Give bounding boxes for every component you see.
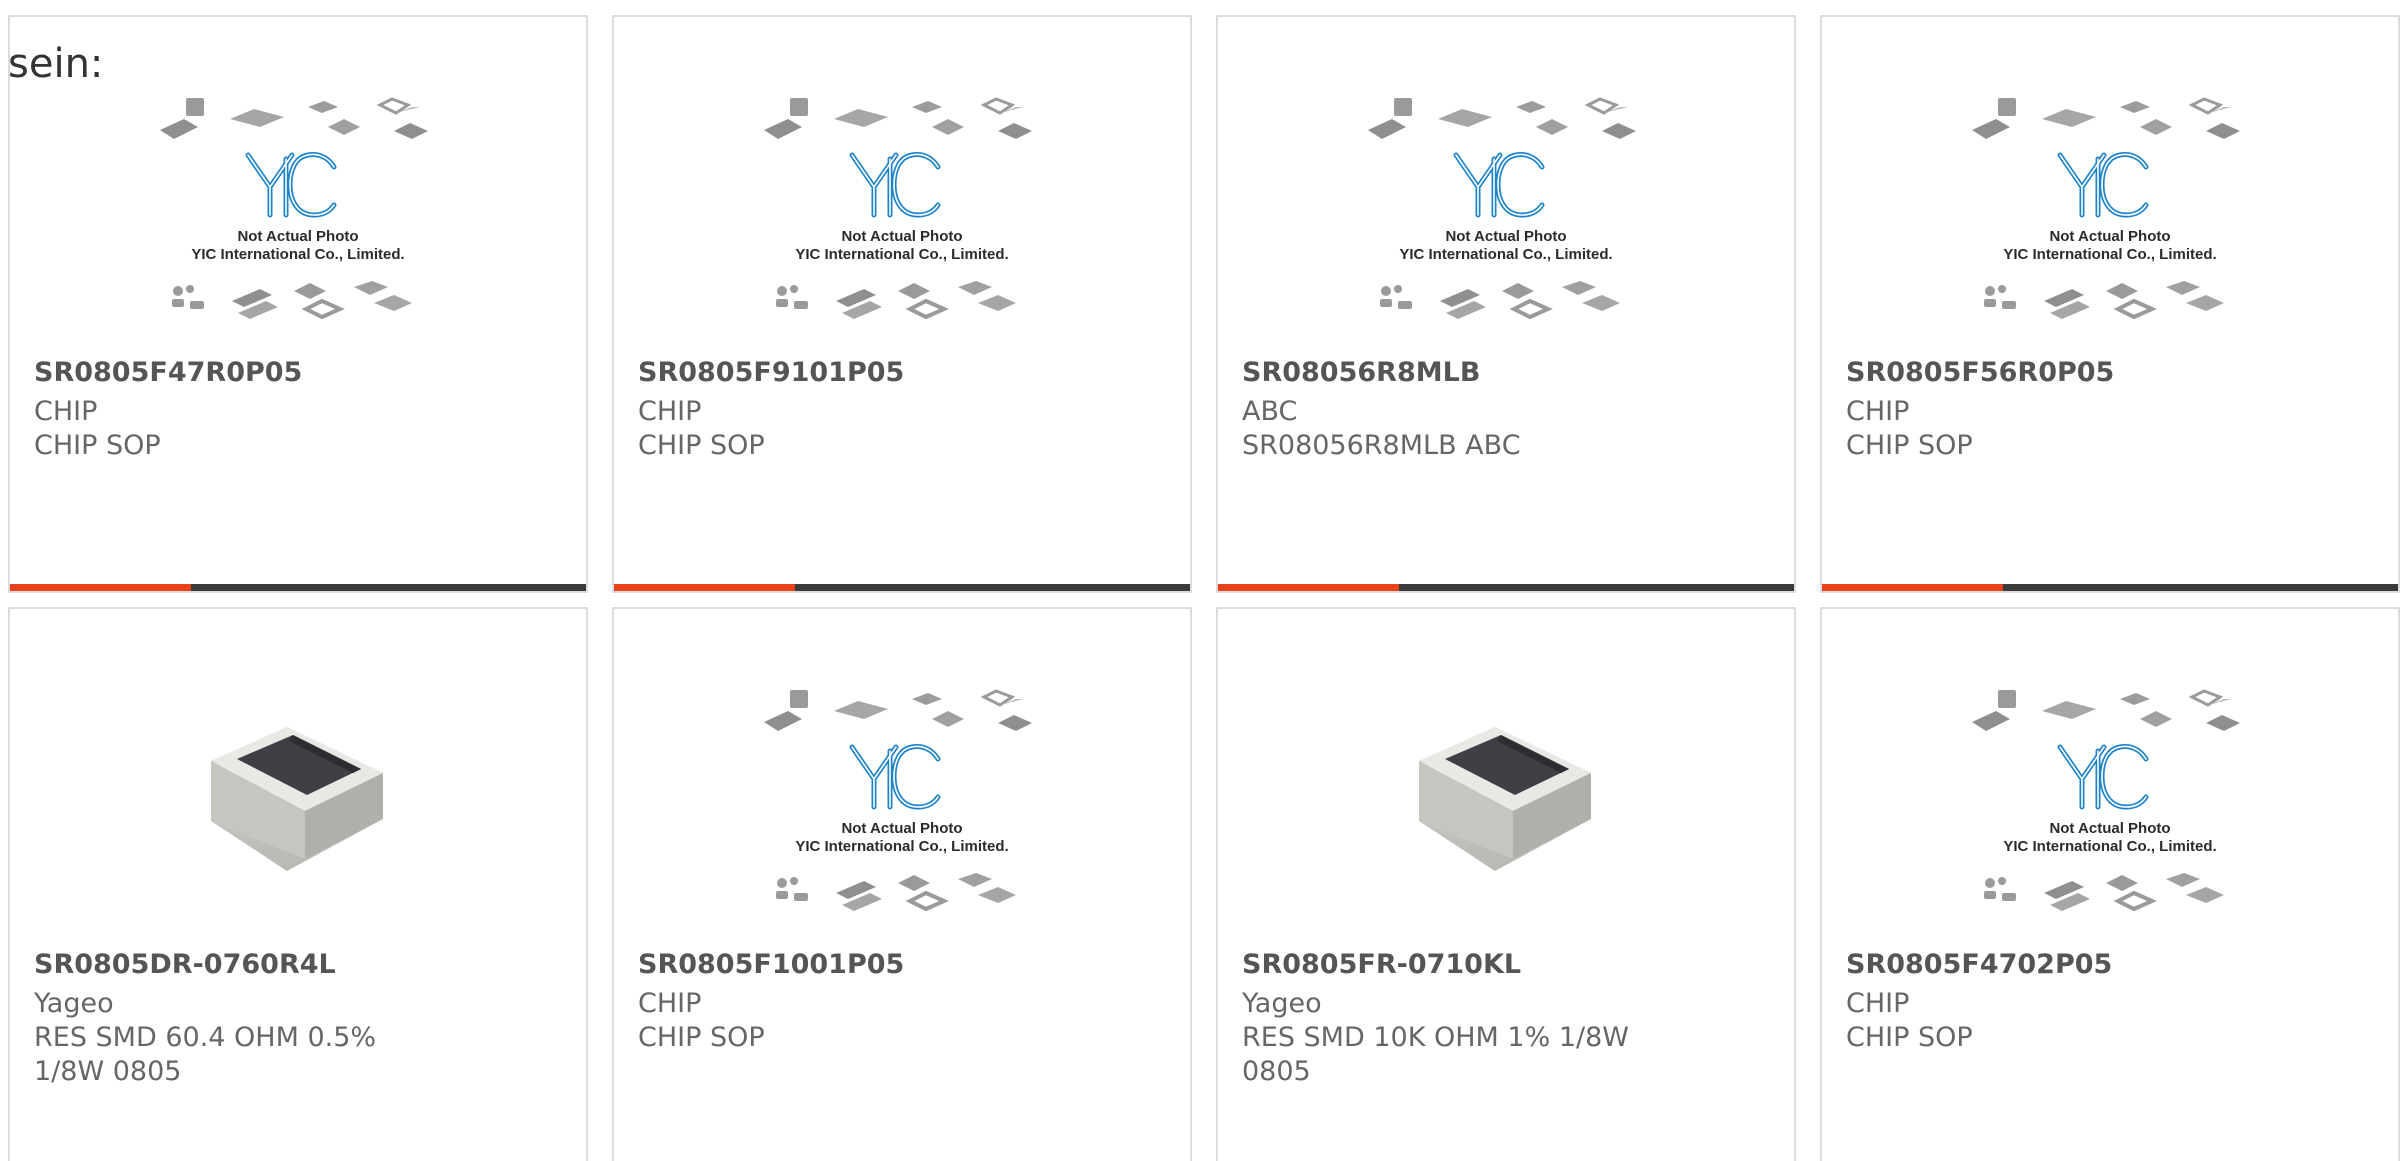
card-accent-bar-highlight (1822, 584, 2004, 591)
product-grid: Not Actual Photo YIC International Co., … (8, 15, 2400, 1161)
product-card[interactable]: Not Actual Photo YIC International Co., … (612, 607, 1192, 1161)
not-actual-photo-label: Not Actual Photo (1445, 228, 1566, 245)
product-description: RES SMD 60.4 OHM 0.5% 1/8W 0805 (34, 1022, 377, 1087)
card-accent-bar-highlight (1218, 584, 1400, 591)
yic-logo-icon: Not Actual Photo YIC International Co., … (1972, 689, 2240, 912)
card-accent-bar-highlight (10, 584, 192, 591)
product-card[interactable]: Not Actual Photo YIC International Co., … (1820, 15, 2400, 593)
part-number-link[interactable]: SR0805F1001P05 (638, 949, 1166, 981)
manufacturer: CHIP (34, 396, 98, 428)
product-info: SR0805F56R0P05 CHIP CHIP SOP (1846, 357, 2374, 463)
card-accent-bar (10, 584, 586, 591)
product-description: RES SMD 10K OHM 1% 1/8W 0805 (1242, 1022, 1629, 1087)
not-actual-photo-label: Not Actual Photo (2049, 820, 2170, 837)
not-actual-photo-placeholder[interactable]: Not Actual Photo YIC International Co., … (158, 95, 438, 365)
manufacturer: Yageo (34, 988, 114, 1020)
yic-logo-icon: Not Actual Photo YIC International Co., … (1368, 97, 1636, 320)
company-name-label: YIC International Co., Limited. (795, 246, 1008, 263)
not-actual-photo-placeholder[interactable]: Not Actual Photo YIC International Co., … (1366, 95, 1646, 365)
card-accent-bar-highlight (614, 584, 796, 591)
product-card[interactable]: Not Actual Photo YIC International Co., … (1216, 15, 1796, 593)
product-card[interactable]: SR0805FR-0710KL Yageo RES SMD 10K OHM 1% 1… (1216, 607, 1796, 1161)
product-image[interactable] (193, 681, 403, 891)
product-info: SR0805F4702P05 CHIP CHIP SOP (1846, 949, 2374, 1055)
product-info: SR08056R8MLB ABC SR08056R8MLB ABC (1242, 357, 1770, 463)
card-accent-bar (614, 584, 1190, 591)
card-accent-bar (1218, 584, 1794, 591)
company-name-label: YIC International Co., Limited. (2003, 838, 2216, 855)
manufacturer: CHIP (1846, 396, 1910, 428)
product-info: SR0805FR-0710KL Yageo RES SMD 10K OHM 1% 1… (1242, 949, 1770, 1089)
product-info: SR0805DR-0760R4L Yageo RES SMD 60.4 OHM 0.… (34, 949, 562, 1089)
not-actual-photo-label: Not Actual Photo (841, 228, 962, 245)
not-actual-photo-label: Not Actual Photo (841, 820, 962, 837)
not-actual-photo-placeholder[interactable]: Not Actual Photo YIC International Co., … (762, 687, 1042, 957)
product-image[interactable] (1401, 681, 1611, 891)
product-card[interactable]: SR0805DR-0760R4L Yageo RES SMD 60.4 OHM 0.… (8, 607, 588, 1161)
yic-logo-icon: Not Actual Photo YIC International Co., … (764, 97, 1032, 320)
product-card[interactable]: Not Actual Photo YIC International Co., … (612, 15, 1192, 593)
product-listing-page: sein: Not Actual Photo YIC International… (0, 0, 2400, 1161)
part-number-link[interactable]: SR0805F9101P05 (638, 357, 1166, 389)
company-name-label: YIC International Co., Limited. (191, 246, 404, 263)
not-actual-photo-label: Not Actual Photo (237, 228, 358, 245)
product-info: SR0805F9101P05 CHIP CHIP SOP (638, 357, 1166, 463)
part-number-link[interactable]: SR08056R8MLB (1242, 357, 1770, 389)
not-actual-photo-placeholder[interactable]: Not Actual Photo YIC International Co., … (1970, 687, 2250, 957)
intro-text: sein: (8, 41, 104, 87)
product-description: CHIP SOP (1846, 1022, 1973, 1054)
manufacturer: CHIP (1846, 988, 1910, 1020)
yic-logo-icon: Not Actual Photo YIC International Co., … (764, 689, 1032, 912)
company-name-label: YIC International Co., Limited. (2003, 246, 2216, 263)
manufacturer: ABC (1242, 396, 1298, 428)
product-card[interactable]: Not Actual Photo YIC International Co., … (8, 15, 588, 593)
manufacturer: Yageo (1242, 988, 1322, 1020)
yic-logo-icon: Not Actual Photo YIC International Co., … (1972, 97, 2240, 320)
manufacturer: CHIP (638, 988, 702, 1020)
product-description: CHIP SOP (638, 1022, 765, 1054)
product-card[interactable]: Not Actual Photo YIC International Co., … (1820, 607, 2400, 1161)
product-description: CHIP SOP (638, 430, 765, 462)
company-name-label: YIC International Co., Limited. (795, 838, 1008, 855)
part-number-link[interactable]: SR0805F4702P05 (1846, 949, 2374, 981)
smd-resistor-icon (1419, 727, 1591, 871)
product-description: CHIP SOP (34, 430, 161, 462)
not-actual-photo-placeholder[interactable]: Not Actual Photo YIC International Co., … (762, 95, 1042, 365)
part-number-link[interactable]: SR0805F47R0P05 (34, 357, 562, 389)
product-description: CHIP SOP (1846, 430, 1973, 462)
not-actual-photo-placeholder[interactable]: Not Actual Photo YIC International Co., … (1970, 95, 2250, 365)
part-number-link[interactable]: SR0805F56R0P05 (1846, 357, 2374, 389)
card-accent-bar (1822, 584, 2398, 591)
smd-resistor-icon (211, 727, 383, 871)
part-number-link[interactable]: SR0805FR-0710KL (1242, 949, 1770, 981)
not-actual-photo-label: Not Actual Photo (2049, 228, 2170, 245)
product-info: SR0805F1001P05 CHIP CHIP SOP (638, 949, 1166, 1055)
part-number-link[interactable]: SR0805DR-0760R4L (34, 949, 562, 981)
manufacturer: CHIP (638, 396, 702, 428)
product-description: SR08056R8MLB ABC (1242, 430, 1521, 462)
yic-logo-icon: Not Actual Photo YIC International Co., … (160, 97, 428, 320)
product-info: SR0805F47R0P05 CHIP CHIP SOP (34, 357, 562, 463)
company-name-label: YIC International Co., Limited. (1399, 246, 1612, 263)
